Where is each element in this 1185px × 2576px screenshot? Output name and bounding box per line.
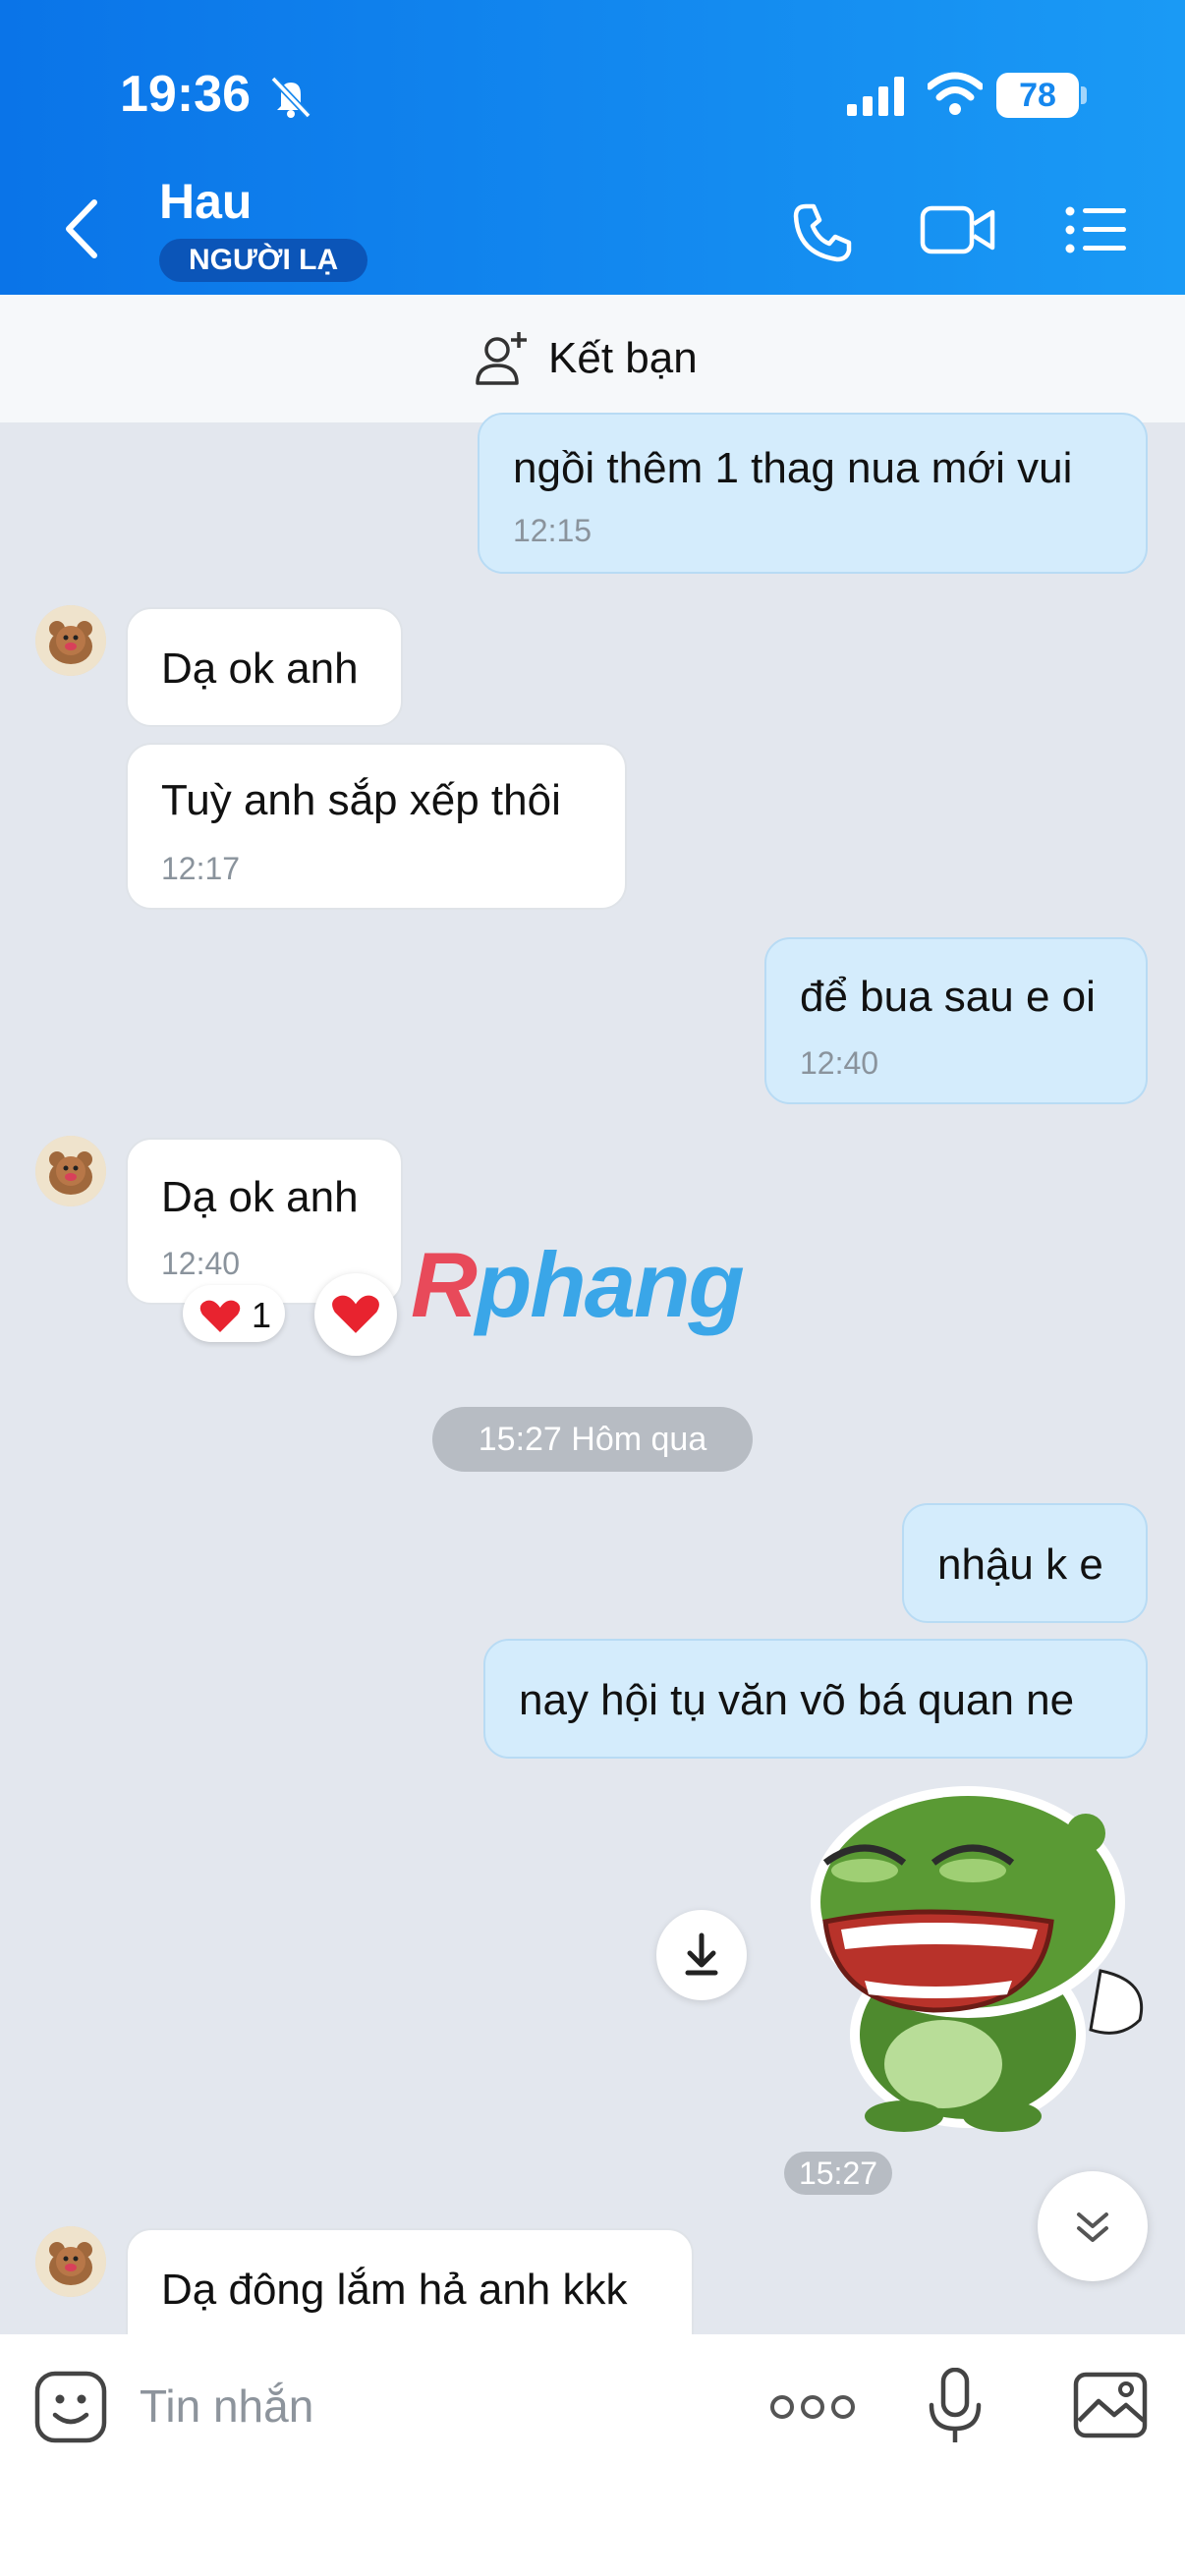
message-text: nay hội tụ văn võ bá quan ne [519,1676,1075,1724]
more-options-icon[interactable] [768,2389,857,2425]
signal-icon [847,77,904,116]
menu-list-icon[interactable] [1065,206,1126,253]
message-text: Dạ ok anh [161,1173,359,1221]
message-text: nhậu k e [937,1540,1103,1589]
contact-avatar[interactable] [35,605,106,676]
contact-avatar[interactable] [35,2226,106,2297]
avatar-bear-icon [35,2226,106,2297]
message-bubble-outgoing[interactable]: nhậu k e [902,1503,1148,1623]
reaction-summary[interactable]: 1 [183,1285,285,1342]
bell-muted-icon [270,76,311,119]
back-arrow-icon[interactable] [59,196,104,261]
avatar-bear-icon [35,605,106,676]
date-divider: 15:27 Hôm qua [432,1407,753,1472]
add-friend-label[interactable]: Kết bạn [548,334,698,383]
battery-indicator: 78 [996,73,1079,118]
frog-sticker[interactable] [806,1784,1150,2134]
message-bubble-outgoing[interactable]: ngồi thêm 1 thag nua mới vui 12:15 [478,413,1148,574]
message-text: Tuỳ anh sắp xếp thôi [161,776,561,824]
avatar-bear-icon [35,1136,106,1206]
message-text: để bua sau e oi [800,973,1096,1021]
microphone-icon[interactable] [928,2368,983,2446]
message-composer [0,2334,1185,2576]
battery-tip [1081,86,1087,104]
download-button[interactable] [656,1910,747,2000]
message-text: Dạ đông lắm hả anh kkk [161,2266,628,2314]
contact-avatar[interactable] [35,1136,106,1206]
emoji-sticker-icon[interactable] [33,2370,108,2444]
reaction-count: 1 [252,1295,272,1335]
message-time: 12:40 [800,1045,879,1081]
status-time: 19:36 [120,66,251,123]
contact-name[interactable]: Hau [159,173,252,230]
phone-call-icon[interactable] [792,202,853,263]
message-bubble-outgoing[interactable]: để bua sau e oi 12:40 [764,937,1148,1104]
image-gallery-icon[interactable] [1073,2372,1148,2438]
double-chevron-down-icon [1077,2212,1108,2242]
video-call-icon[interactable] [920,202,996,257]
message-time: 12:17 [161,851,241,886]
add-friend-icon[interactable] [474,330,531,387]
heart-icon [199,1300,241,1332]
message-bubble-outgoing[interactable]: nay hội tụ văn võ bá quan ne [483,1639,1148,1759]
message-time: 12:15 [513,513,592,548]
react-heart-button[interactable] [314,1273,397,1356]
message-bubble-incoming[interactable]: Tuỳ anh sắp xếp thôi 12:17 [126,743,627,910]
scroll-to-bottom-button[interactable] [1038,2171,1148,2281]
message-input[interactable]: Tin nhắn [140,2380,313,2433]
stranger-badge: NGƯỜI LẠ [159,239,368,282]
message-text: Dạ ok anh [161,644,359,693]
sticker-time: 15:27 [784,2152,892,2195]
wifi-icon [928,72,983,115]
heart-icon [332,1295,379,1333]
message-bubble-incoming[interactable]: Dạ ok anh [126,607,403,727]
watermark-logo: Rphang [411,1233,745,1336]
download-icon [685,1932,718,1976]
message-text: ngồi thêm 1 thag nua mới vui [513,444,1073,492]
message-time: 12:40 [161,1246,241,1281]
